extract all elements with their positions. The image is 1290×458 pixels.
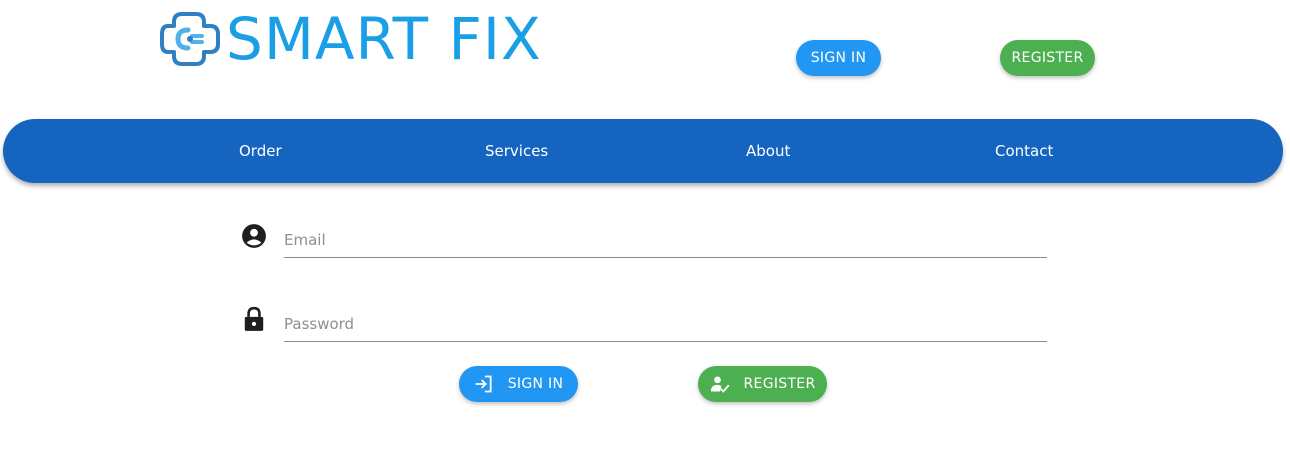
- login-icon: [475, 375, 492, 393]
- signin-button[interactable]: SIGN IN: [459, 366, 578, 402]
- header-register-button[interactable]: REGISTER: [1000, 40, 1095, 76]
- password-input[interactable]: [284, 306, 1047, 341]
- nav-item-services[interactable]: Services: [485, 119, 548, 183]
- email-input[interactable]: [284, 222, 1047, 257]
- nav-item-about[interactable]: About: [746, 119, 790, 183]
- person-check-icon: [710, 376, 729, 393]
- brand-logo[interactable]: SMART FIX: [160, 4, 542, 74]
- nav-item-order[interactable]: Order: [239, 119, 282, 183]
- logo-icon: [160, 12, 220, 66]
- register-button-label: REGISTER: [743, 376, 816, 392]
- header-signin-button[interactable]: SIGN IN: [796, 40, 881, 76]
- nav-item-contact[interactable]: Contact: [995, 119, 1053, 183]
- signin-button-label: SIGN IN: [507, 376, 564, 392]
- brand-name: SMART FIX: [226, 5, 542, 73]
- account-circle-icon: [242, 224, 266, 248]
- password-field: [284, 306, 1047, 342]
- email-field: [284, 222, 1047, 258]
- lock-icon: [244, 306, 264, 331]
- register-button[interactable]: REGISTER: [698, 366, 827, 402]
- main-navbar: Order Services About Contact: [3, 119, 1283, 183]
